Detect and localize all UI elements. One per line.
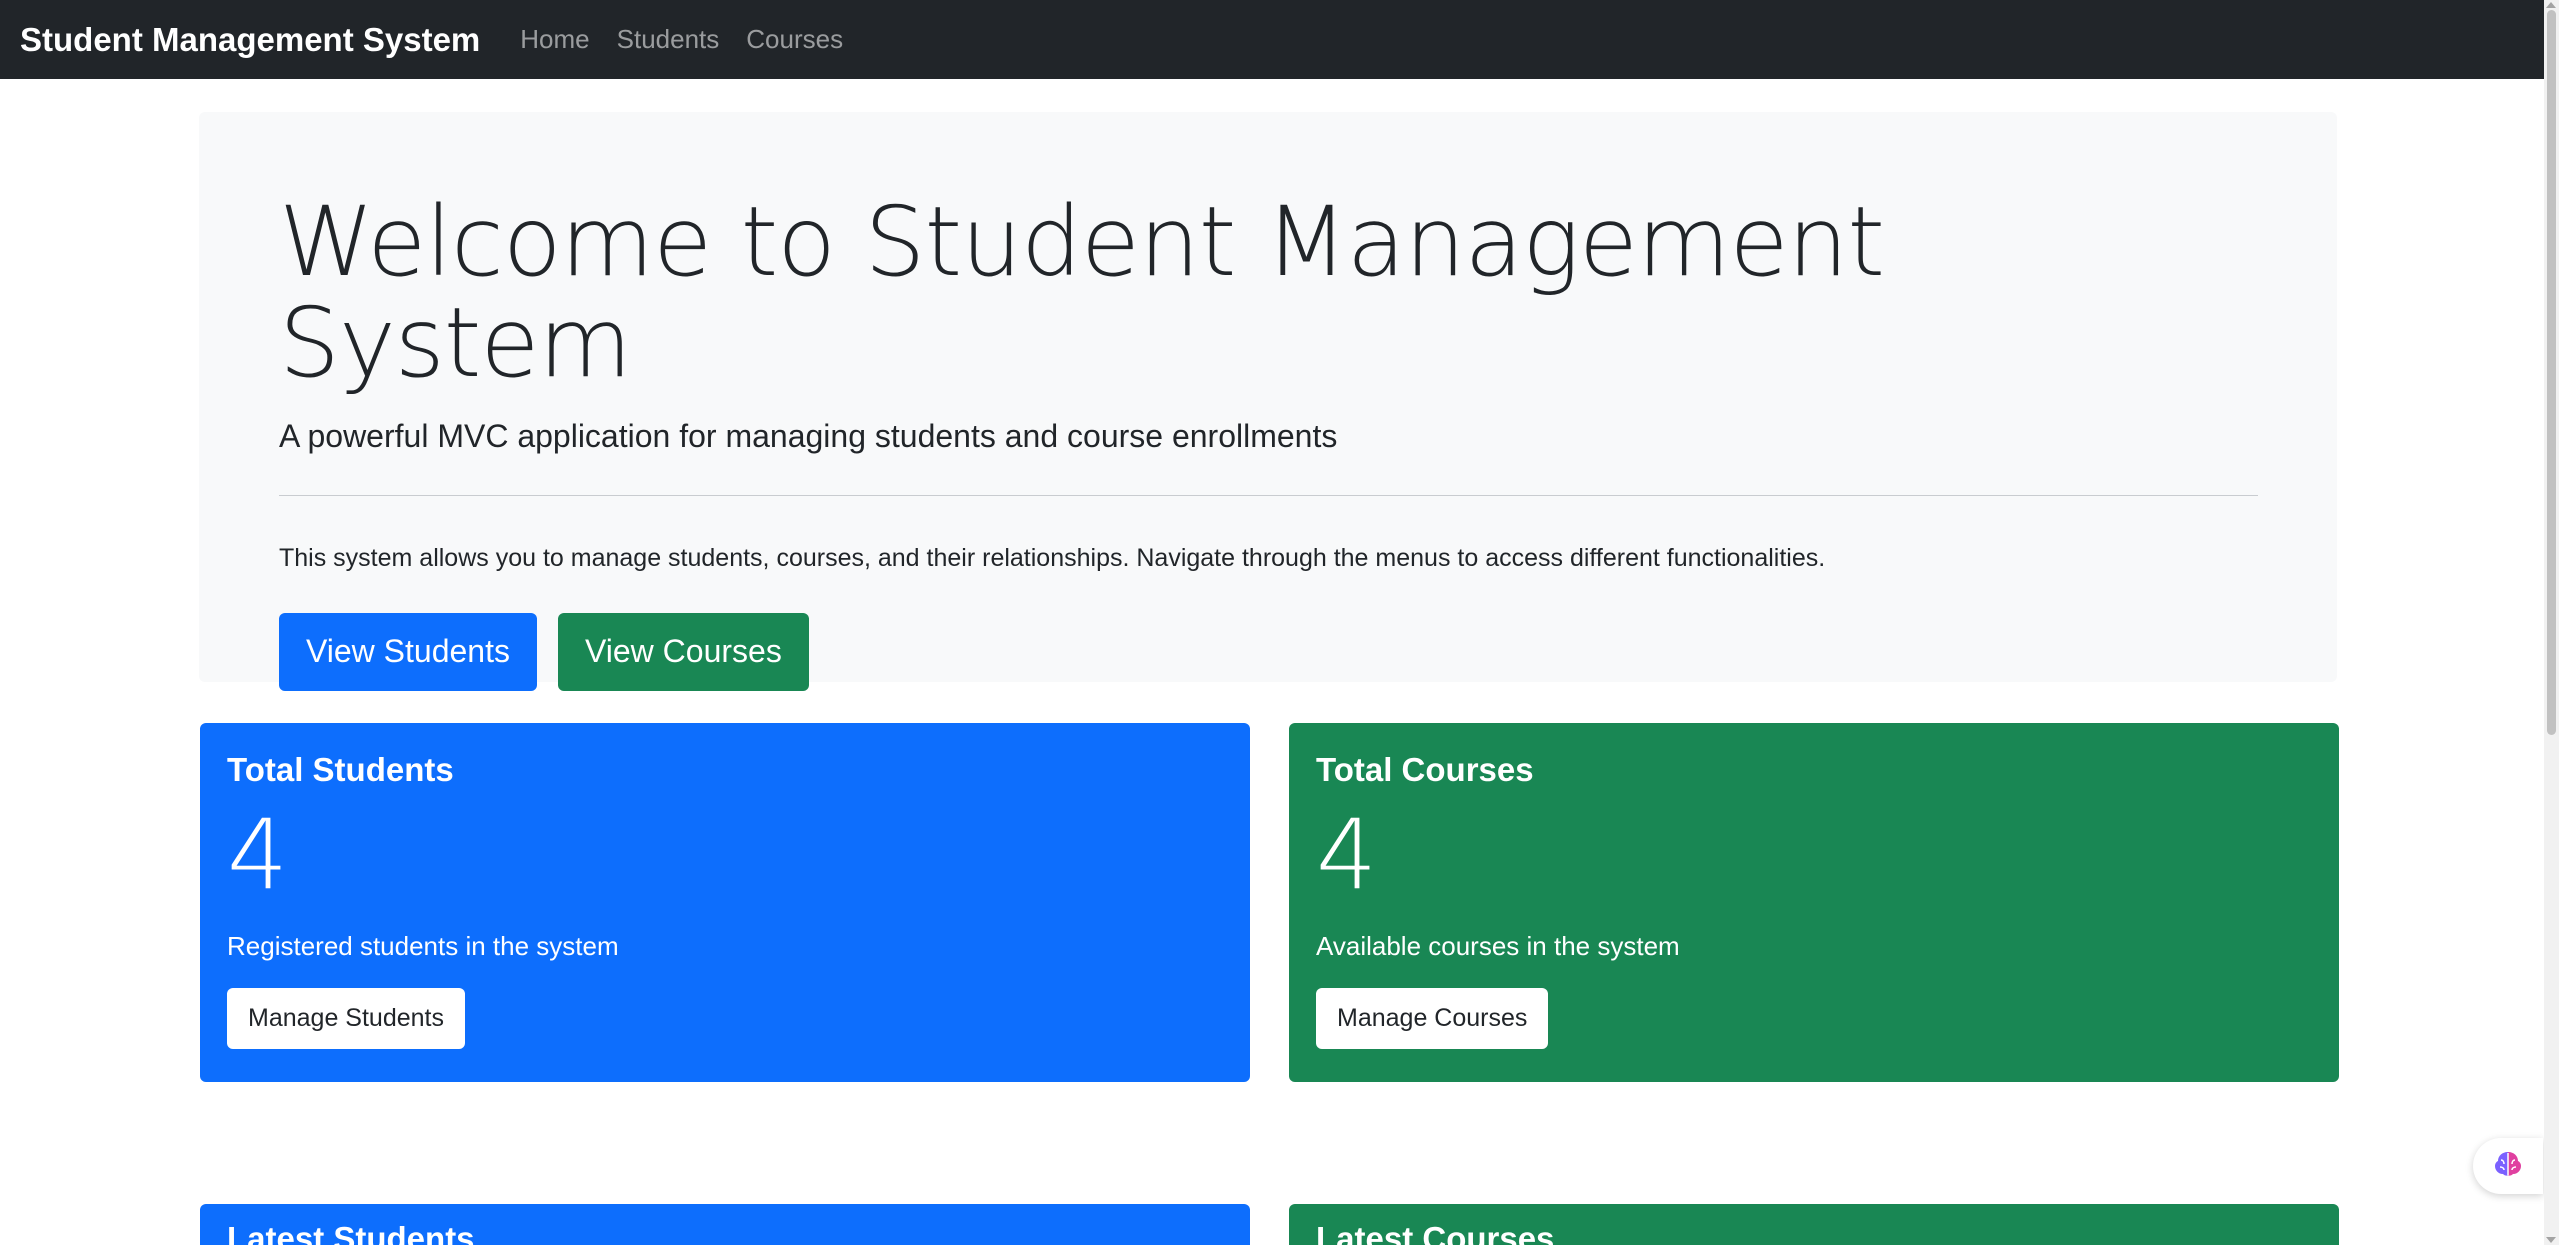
total-students-count: 4: [227, 799, 289, 911]
total-students-card: Total Students 4 Registered students in …: [200, 723, 1250, 1082]
divider: [279, 494, 2258, 496]
total-courses-title: Total Courses: [1316, 751, 1534, 788]
navbar-brand[interactable]: Student Management System: [20, 21, 480, 59]
latest-courses-card: Latest Courses: [1289, 1204, 2339, 1245]
nav-link-courses[interactable]: Courses: [746, 24, 843, 55]
manage-students-button[interactable]: Manage Students: [227, 988, 465, 1049]
hero-description: This system allows you to manage student…: [279, 543, 1826, 572]
total-students-text: Registered students in the system: [227, 931, 619, 961]
view-courses-button[interactable]: View Courses: [557, 612, 809, 691]
nav-link-home[interactable]: Home: [520, 24, 589, 55]
brain-icon: [2492, 1148, 2524, 1185]
scroll-down-icon[interactable]: [2546, 1237, 2556, 1243]
top-navbar: Student Management System Home Students …: [0, 0, 2544, 79]
total-courses-count: 4: [1316, 799, 1378, 911]
manage-courses-button[interactable]: Manage Courses: [1316, 988, 1549, 1049]
view-students-button[interactable]: View Students: [279, 612, 537, 691]
scroll-thumb[interactable]: [2547, 10, 2556, 735]
total-students-title: Total Students: [227, 751, 454, 788]
vertical-scrollbar[interactable]: [2544, 0, 2559, 1245]
nav-link-students[interactable]: Students: [617, 24, 720, 55]
hero-lead: A powerful MVC application for managing …: [279, 417, 1338, 454]
latest-students-card: Latest Students: [200, 1204, 1250, 1245]
latest-courses-title: Latest Courses: [1316, 1220, 1555, 1245]
page-title: Welcome to Student Management System: [279, 186, 1885, 399]
assistant-widget[interactable]: [2473, 1138, 2543, 1194]
welcome-jumbotron: Welcome to Student Management System A p…: [199, 112, 2337, 691]
total-courses-card: Total Courses 4 Available courses in the…: [1289, 723, 2339, 1082]
latest-students-title: Latest Students: [227, 1220, 475, 1245]
hero-buttons: View Students View Courses: [279, 612, 2257, 691]
scroll-up-icon[interactable]: [2546, 2, 2556, 8]
total-courses-text: Available courses in the system: [1316, 931, 1680, 961]
